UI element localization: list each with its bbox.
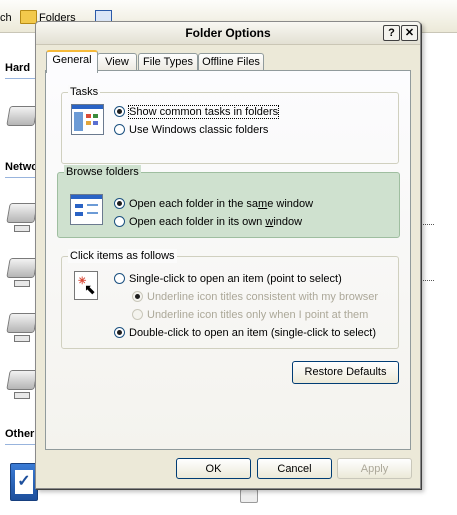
radio-icon[interactable]: [114, 327, 125, 338]
same-window-option[interactable]: Open each folder in the same window: [114, 197, 313, 211]
click-group-title: Click items as follows: [68, 249, 177, 263]
network-drive-icon[interactable]: [6, 258, 38, 278]
general-tab-panel: Tasks Show common tasks in folders Use W…: [45, 70, 411, 450]
click-items-group: Click items as follows ✳ ⬉ Single-click …: [61, 249, 399, 349]
single-click-option[interactable]: Single-click to open an item (point to s…: [114, 272, 342, 286]
small-icon: [240, 489, 258, 503]
tasks-illustration-icon: [71, 104, 104, 135]
tab-file-types[interactable]: File Types: [138, 53, 198, 71]
network-drive-icon[interactable]: [6, 370, 38, 390]
classic-folders-option[interactable]: Use Windows classic folders: [114, 123, 268, 137]
radio-icon[interactable]: [114, 216, 125, 227]
ok-button[interactable]: OK: [176, 458, 251, 479]
explorer-content: Hard Netwo Other: [0, 33, 40, 515]
own-window-option[interactable]: Open each folder in its own window: [114, 215, 302, 229]
section-hard-drives: Hard: [5, 62, 31, 74]
radio-icon[interactable]: [132, 309, 143, 320]
help-button[interactable]: ?: [383, 25, 400, 41]
radio-icon[interactable]: [132, 291, 143, 302]
tab-general[interactable]: General: [46, 50, 98, 73]
folder-options-dialog: Folder Options ? ✕ General View File Typ…: [35, 21, 421, 489]
checklist-icon[interactable]: ✓: [10, 463, 38, 501]
underline-browser-option[interactable]: Underline icon titles consistent with my…: [132, 290, 378, 304]
network-drive-icon[interactable]: [6, 313, 38, 333]
close-button[interactable]: ✕: [401, 25, 418, 41]
tab-offline-files[interactable]: Offline Files: [198, 53, 264, 71]
double-click-option[interactable]: Double-click to open an item (single-cli…: [114, 326, 376, 340]
folders-icon[interactable]: [20, 10, 37, 24]
underline-point-option[interactable]: Underline icon titles only when I point …: [132, 308, 368, 322]
title-bar[interactable]: Folder Options ? ✕: [36, 22, 420, 45]
browse-folders-group: Browse folders Open each folder in the s…: [57, 165, 400, 238]
browse-illustration-icon: [70, 194, 103, 225]
browse-group-title: Browse folders: [64, 165, 141, 179]
restore-defaults-button[interactable]: Restore Defaults: [292, 361, 399, 384]
drive-icon[interactable]: [6, 106, 38, 126]
section-other: Other: [5, 428, 35, 440]
section-network-drives: Netwo: [5, 161, 38, 173]
tasks-group-title: Tasks: [68, 85, 101, 99]
cancel-button[interactable]: Cancel: [257, 458, 332, 479]
dialog-title: Folder Options: [185, 26, 271, 40]
tab-view[interactable]: View: [97, 53, 137, 71]
radio-icon[interactable]: [114, 273, 125, 284]
apply-button[interactable]: Apply: [337, 458, 412, 479]
radio-icon[interactable]: [114, 198, 125, 209]
back-button-label[interactable]: ch: [0, 12, 12, 24]
network-drive-icon[interactable]: [6, 203, 38, 223]
radio-icon[interactable]: [114, 124, 125, 135]
show-common-tasks-option[interactable]: Show common tasks in folders: [114, 105, 280, 119]
click-illustration-icon: ✳ ⬉: [74, 271, 98, 300]
tasks-group: Tasks Show common tasks in folders Use W…: [61, 85, 399, 164]
radio-icon[interactable]: [114, 106, 125, 117]
